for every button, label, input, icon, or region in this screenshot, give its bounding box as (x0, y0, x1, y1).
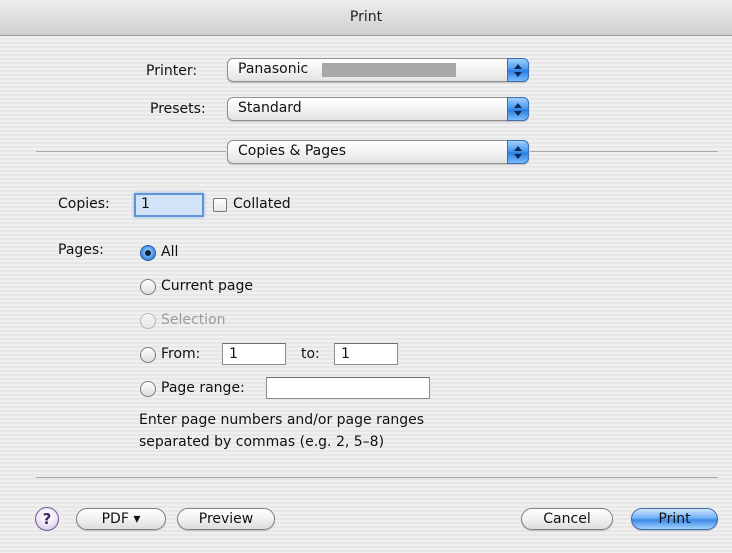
presets-value: Standard (238, 100, 302, 116)
radio-selection-label: Selection (161, 312, 226, 328)
page-range-input[interactable] (266, 377, 430, 399)
radio-page-range-label: Page range: (161, 380, 245, 396)
presets-popup[interactable]: Standard (227, 97, 529, 121)
separator-line (36, 151, 226, 152)
print-dialog: Print Printer: Panasonic Presets: Standa… (0, 0, 732, 553)
printer-label: Printer: (146, 63, 198, 79)
redacted-name (322, 63, 456, 77)
to-input[interactable]: 1 (334, 343, 398, 365)
panel-popup[interactable]: Copies & Pages (227, 140, 529, 164)
radio-page-range[interactable] (140, 381, 156, 397)
copies-label: Copies: (58, 196, 110, 212)
collated-label: Collated (233, 196, 291, 212)
popup-arrows-icon (507, 58, 529, 82)
pages-label: Pages: (58, 242, 104, 258)
print-button[interactable]: Print (631, 508, 718, 530)
window-title: Print (0, 0, 732, 36)
radio-all-label: All (161, 244, 179, 260)
radio-all[interactable] (140, 245, 156, 261)
popup-arrows-icon (507, 140, 529, 164)
radio-from-label: From: (161, 346, 201, 362)
preview-button[interactable]: Preview (177, 508, 275, 530)
from-input[interactable]: 1 (222, 343, 286, 365)
radio-current-page-label: Current page (161, 278, 253, 294)
page-range-hint-line1: Enter page numbers and/or page ranges (139, 412, 425, 428)
to-label: to: (301, 346, 320, 362)
popup-arrows-icon (507, 97, 529, 121)
radio-from[interactable] (140, 347, 156, 363)
printer-popup[interactable]: Panasonic (227, 58, 529, 82)
radio-selection (140, 313, 156, 329)
footer-separator (36, 477, 718, 478)
copies-input[interactable]: 1 (134, 193, 204, 217)
presets-label: Presets: (150, 101, 206, 117)
panel-value: Copies & Pages (238, 143, 347, 159)
cancel-button[interactable]: Cancel (521, 508, 613, 530)
pdf-menu-button[interactable]: PDF ▾ (76, 508, 166, 530)
radio-current-page[interactable] (140, 279, 156, 295)
help-button[interactable]: ? (35, 507, 59, 531)
collated-checkbox[interactable] (213, 198, 227, 212)
printer-value: Panasonic (238, 61, 309, 77)
page-range-hint-line2: separated by commas (e.g. 2, 5–8) (139, 434, 385, 450)
separator-line (530, 151, 718, 152)
